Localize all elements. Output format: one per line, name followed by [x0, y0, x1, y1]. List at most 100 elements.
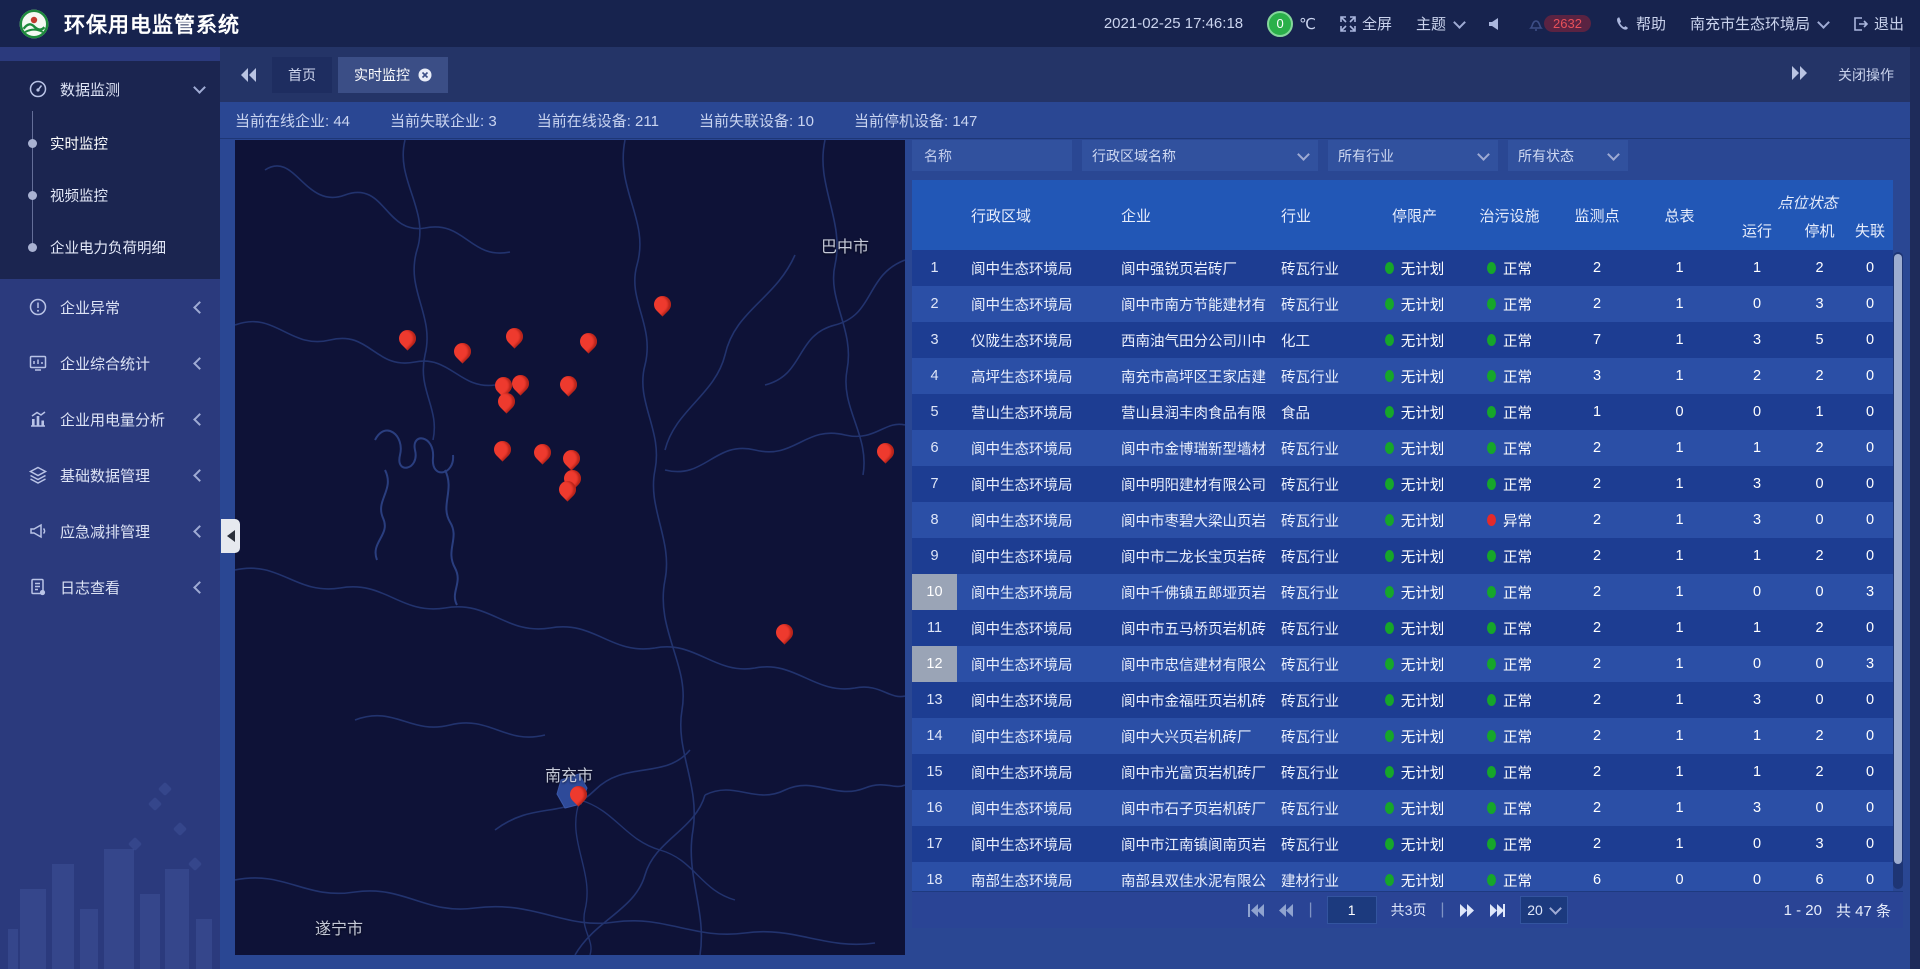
- help-button[interactable]: 帮助: [1615, 13, 1666, 34]
- tab-close-icon[interactable]: [418, 68, 432, 82]
- org-dropdown[interactable]: 南充市生态环境局: [1690, 13, 1828, 34]
- chevron-left-icon: [193, 581, 206, 594]
- log-icon: [28, 577, 48, 597]
- row-index-cell: 2: [912, 286, 957, 322]
- last-page-button[interactable]: [1489, 904, 1506, 917]
- column-header: 治污设施: [1462, 180, 1557, 250]
- cell-monitor-points: 2: [1557, 692, 1637, 708]
- stat-item: 当前失联设备: 10: [699, 110, 814, 131]
- table-scrollbar-thumb[interactable]: [1894, 254, 1902, 864]
- page-number-input[interactable]: [1327, 896, 1377, 924]
- sidebar-item-7[interactable]: 日志查看: [0, 559, 220, 615]
- table-row[interactable]: 3仪陇生态环境局西南油气田分公司川中化工无计划正常71350: [912, 322, 1893, 358]
- phone-icon: [1615, 16, 1630, 31]
- cell-industry: 砖瓦行业: [1267, 582, 1367, 603]
- cell-company: 阆中市光富页岩机砖厂: [1107, 762, 1267, 783]
- status-dot-green: [1487, 586, 1496, 598]
- table-row[interactable]: 1阆中生态环境局阆中强锐页岩砖厂砖瓦行业无计划正常21120: [912, 250, 1893, 286]
- prev-page-button[interactable]: [1278, 904, 1294, 917]
- cell-stopped: 6: [1792, 872, 1847, 888]
- table-row[interactable]: 15阆中生态环境局阆中市光富页岩机砖厂砖瓦行业无计划正常21120: [912, 754, 1893, 790]
- cell-monitor-points: 2: [1557, 800, 1637, 816]
- sidebar-item-3[interactable]: 企业综合统计: [0, 335, 220, 391]
- map-canvas[interactable]: 巴中市南充市遂宁市: [235, 140, 905, 955]
- next-page-button[interactable]: [1459, 904, 1475, 917]
- pagination-summary: 1 - 20 共 47 条: [1784, 892, 1891, 929]
- table-scrollbar-track[interactable]: [1893, 252, 1903, 889]
- sidebar-item-label: 数据监测: [60, 79, 120, 100]
- table-row[interactable]: 2阆中生态环境局阆中市南方节能建材有砖瓦行业无计划正常21030: [912, 286, 1893, 322]
- cell-facility-status: 正常: [1462, 762, 1557, 783]
- table-row[interactable]: 17阆中生态环境局阆中市江南镇阆南页岩砖瓦行业无计划正常21030: [912, 826, 1893, 862]
- sidebar-subitem-active[interactable]: 实时监控: [0, 117, 220, 169]
- name-search-input[interactable]: [922, 147, 1062, 165]
- cell-total-meters: 1: [1637, 584, 1722, 600]
- cell-running: 0: [1722, 584, 1792, 600]
- cell-industry: 建材行业: [1267, 870, 1367, 891]
- tab-实时监控[interactable]: 实时监控: [338, 57, 448, 93]
- sidebar-subitem-label: 实时监控: [50, 133, 108, 154]
- tab-label: 首页: [288, 65, 316, 85]
- tabs-scroll-left-button[interactable]: [240, 68, 258, 82]
- cell-running: 3: [1722, 800, 1792, 816]
- tabs-scroll-right-button[interactable]: [1790, 66, 1808, 83]
- temperature-unit: ℃: [1299, 15, 1316, 33]
- cell-region: 阆中生态环境局: [957, 690, 1107, 711]
- table-row[interactable]: 14阆中生态环境局阆中大兴页岩机砖厂砖瓦行业无计划正常21120: [912, 718, 1893, 754]
- column-header: 停限产: [1367, 180, 1462, 250]
- page-scrollbar[interactable]: [1910, 47, 1920, 969]
- status-dot-green: [1487, 370, 1496, 382]
- table-row[interactable]: 8阆中生态环境局阆中市枣碧大梁山页岩砖瓦行业无计划异常21300: [912, 502, 1893, 538]
- cell-region: 阆中生态环境局: [957, 510, 1107, 531]
- sidebar-item-2[interactable]: 企业异常: [0, 279, 220, 335]
- cell-total-meters: 1: [1637, 620, 1722, 636]
- sidebar-item-6[interactable]: 应急减排管理: [0, 503, 220, 559]
- map-city-label: 巴中市: [821, 233, 869, 257]
- table-row[interactable]: 7阆中生态环境局阆中明阳建材有限公司砖瓦行业无计划正常21300: [912, 466, 1893, 502]
- table-row[interactable]: 9阆中生态环境局阆中市二龙长宝页岩砖砖瓦行业无计划正常21120: [912, 538, 1893, 574]
- first-page-button[interactable]: [1247, 904, 1264, 917]
- column-header: 行业: [1267, 180, 1367, 250]
- chevron-left-icon: [193, 469, 206, 482]
- table-row[interactable]: 13阆中生态环境局阆中市金福旺页岩机砖砖瓦行业无计划正常21300: [912, 682, 1893, 718]
- theme-dropdown[interactable]: 主题: [1416, 13, 1464, 34]
- cell-running: 0: [1722, 872, 1792, 888]
- cell-facility-status: 正常: [1462, 258, 1557, 279]
- logout-button[interactable]: 退出: [1852, 13, 1904, 34]
- table-row[interactable]: 18南部生态环境局南部县双佳水泥有限公建材行业无计划正常60060: [912, 862, 1893, 891]
- datetime: 2021-02-25 17:46:18: [1104, 15, 1243, 32]
- cell-total-meters: 1: [1637, 836, 1722, 852]
- sidebar-item-1[interactable]: 数据监测: [0, 61, 220, 117]
- sidebar-subitem[interactable]: 视频监控: [0, 169, 220, 221]
- table-row[interactable]: 5营山生态环境局营山县润丰肉食品有限食品无计划正常10010: [912, 394, 1893, 430]
- close-operations-button[interactable]: 关闭操作: [1838, 65, 1894, 85]
- mute-button[interactable]: [1488, 16, 1504, 32]
- status-select[interactable]: 所有状态: [1508, 140, 1628, 171]
- cell-company: 阆中千佛镇五郎垭页岩: [1107, 582, 1267, 603]
- tab-首页[interactable]: 首页: [272, 57, 332, 93]
- table-row[interactable]: 6阆中生态环境局阆中市金博瑞新型墙材砖瓦行业无计划正常21120: [912, 430, 1893, 466]
- cell-facility-status: 正常: [1462, 582, 1557, 603]
- map-panel-collapse-button[interactable]: [221, 519, 240, 553]
- cell-monitor-points: 2: [1557, 584, 1637, 600]
- stat-item: 当前停机设备: 147: [854, 110, 977, 131]
- cell-region: 阆中生态环境局: [957, 834, 1107, 855]
- table-row[interactable]: 12阆中生态环境局阆中市忠信建材有限公砖瓦行业无计划正常21003: [912, 646, 1893, 682]
- page-size-select[interactable]: 20: [1520, 896, 1568, 924]
- table-row[interactable]: 16阆中生态环境局阆中市石子页岩机砖厂砖瓦行业无计划正常21300: [912, 790, 1893, 826]
- notifications-button[interactable]: 2632: [1528, 15, 1591, 32]
- row-index-cell: 14: [912, 718, 957, 754]
- cell-monitor-points: 2: [1557, 440, 1637, 456]
- region-select[interactable]: 行政区域名称: [1082, 140, 1318, 171]
- sidebar-nav: 数据监测实时监控视频监控企业电力负荷明细企业异常企业综合统计企业用电量分析基础数…: [0, 47, 220, 969]
- cell-limit-status: 无计划: [1367, 546, 1462, 567]
- sidebar-item-5[interactable]: 基础数据管理: [0, 447, 220, 503]
- sidebar-item-4[interactable]: 企业用电量分析: [0, 391, 220, 447]
- sidebar-subitem[interactable]: 企业电力负荷明细: [0, 221, 220, 273]
- fullscreen-button[interactable]: 全屏: [1340, 13, 1392, 34]
- table-row[interactable]: 4高坪生态环境局南充市高坪区王家店建砖瓦行业无计划正常31220: [912, 358, 1893, 394]
- status-dot-green: [1385, 370, 1394, 382]
- table-row[interactable]: 11阆中生态环境局阆中市五马桥页岩机砖砖瓦行业无计划正常21120: [912, 610, 1893, 646]
- table-row[interactable]: 10阆中生态环境局阆中千佛镇五郎垭页岩砖瓦行业无计划正常21003: [912, 574, 1893, 610]
- industry-select[interactable]: 所有行业: [1328, 140, 1498, 171]
